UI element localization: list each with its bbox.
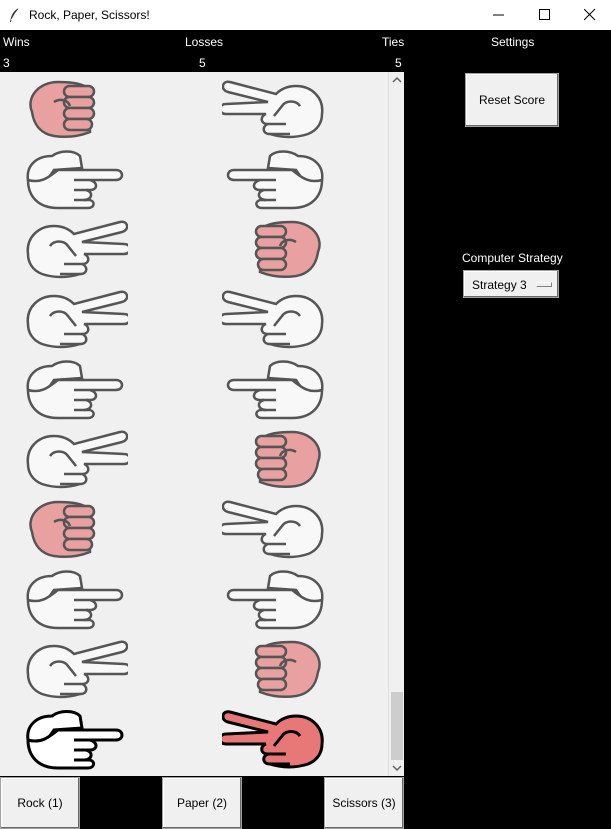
player-scissors-icon: [24, 636, 132, 703]
computer-rock-icon: [222, 426, 326, 493]
losses-count: 5: [199, 56, 206, 70]
player-paper-icon: [24, 356, 128, 423]
computer-paper-icon: [222, 356, 326, 423]
player-rock-icon: [24, 76, 128, 143]
rock-button[interactable]: Rock (1): [0, 777, 80, 829]
computer-rock-icon: [222, 216, 326, 283]
reset-score-button[interactable]: Reset Score: [465, 73, 559, 127]
paper-button[interactable]: Paper (2): [162, 777, 242, 829]
computer-rock-icon: [222, 636, 326, 703]
strategy-value: Strategy 3: [472, 278, 527, 292]
wins-label: Wins: [3, 35, 30, 49]
scroll-down-arrow[interactable]: [389, 760, 405, 776]
ties-count: 5: [395, 56, 402, 70]
losses-label: Losses: [185, 35, 224, 49]
ties-label: Ties: [382, 35, 405, 49]
computer-scissors-icon: [218, 496, 326, 563]
feather-icon: [10, 7, 20, 22]
player-rock-icon: [24, 496, 128, 563]
scroll-thumb[interactable]: [391, 692, 403, 760]
maximize-icon: [539, 9, 550, 20]
history-scrollbar[interactable]: [388, 72, 404, 776]
minimize-button[interactable]: [476, 0, 522, 30]
player-scissors-icon: [24, 426, 132, 493]
chevron-up-icon: [392, 76, 402, 83]
computer-scissors-icon: [218, 706, 326, 773]
strategy-dropdown[interactable]: Strategy 3: [463, 270, 559, 298]
player-paper-icon: [24, 566, 128, 633]
close-button[interactable]: [567, 0, 611, 30]
scroll-up-arrow[interactable]: [389, 72, 405, 88]
close-icon: [584, 9, 596, 21]
player-paper-icon: [24, 146, 128, 213]
computer-paper-icon: [222, 566, 326, 633]
settings-header: Settings: [491, 35, 535, 49]
round-history: [0, 72, 388, 776]
computer-strategy-label: Computer Strategy: [462, 251, 563, 265]
window-title: Rock, Paper, Scissors!: [29, 8, 150, 22]
scissors-button[interactable]: Scissors (3): [324, 777, 404, 829]
title-bar: Rock, Paper, Scissors!: [0, 0, 611, 30]
computer-scissors-icon: [218, 286, 326, 353]
computer-paper-icon: [222, 146, 326, 213]
wins-count: 3: [3, 56, 10, 70]
player-scissors-icon: [24, 286, 132, 353]
player-scissors-icon: [24, 216, 132, 283]
chevron-down-icon: [392, 765, 402, 772]
minimize-icon: [493, 14, 504, 16]
computer-scissors-icon: [218, 76, 326, 143]
maximize-button[interactable]: [522, 0, 568, 30]
player-paper-icon: [24, 706, 128, 773]
dropdown-indicator-icon: [536, 282, 552, 287]
